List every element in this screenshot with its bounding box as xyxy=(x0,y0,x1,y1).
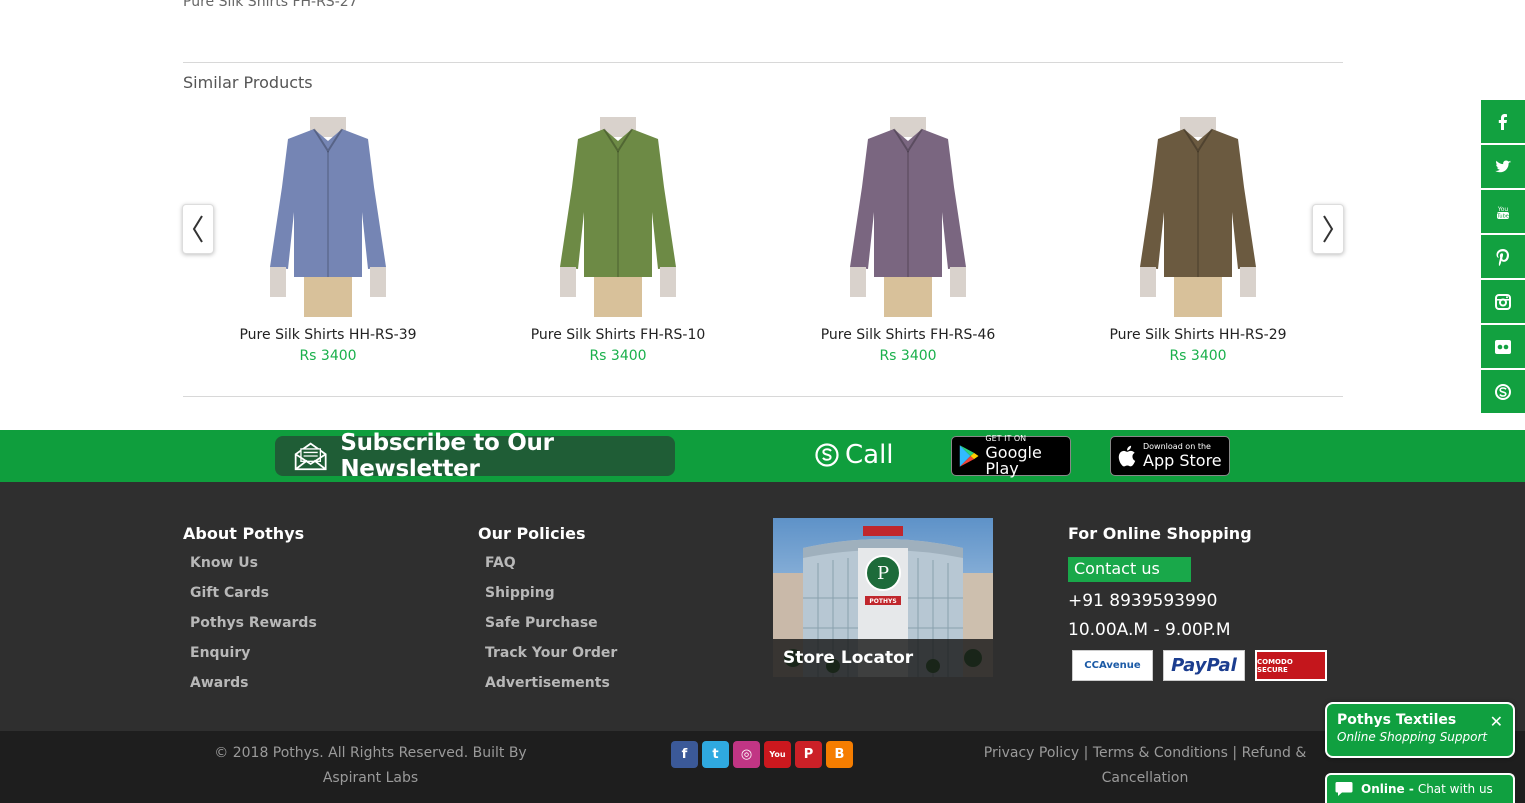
policies-title: Our Policies xyxy=(478,524,586,543)
divider xyxy=(183,62,1343,63)
ccavenue-logo: CCAvenue xyxy=(1072,650,1153,681)
product-image[interactable] xyxy=(548,117,688,317)
app-store-big: App Store xyxy=(1143,451,1222,470)
footer-link-gift-cards[interactable]: Gift Cards xyxy=(190,585,317,615)
flickr-icon[interactable] xyxy=(1481,325,1525,368)
footer-link-faq[interactable]: FAQ xyxy=(485,555,617,585)
chat-subtitle: Online Shopping Support xyxy=(1337,730,1488,744)
skype-icon[interactable] xyxy=(1481,370,1525,413)
similar-products-title: Similar Products xyxy=(183,73,313,92)
twitter-icon[interactable] xyxy=(1481,145,1525,188)
svg-text:You: You xyxy=(1497,206,1509,213)
divider xyxy=(183,396,1343,397)
footer-link-shipping[interactable]: Shipping xyxy=(485,585,617,615)
privacy-policy-link[interactable]: Privacy Policy xyxy=(984,745,1079,761)
store-hours: 10.00A.M - 9.00P.M xyxy=(1068,620,1231,640)
product-name[interactable]: Pure Silk Shirts HH-RS-29 xyxy=(1053,327,1343,343)
svg-text:Tube: Tube xyxy=(1496,213,1509,219)
product-card[interactable]: Pure Silk Shirts HH-RS-39 Rs 3400 xyxy=(183,117,473,364)
footer-link-know-us[interactable]: Know Us xyxy=(190,555,317,585)
product-name[interactable]: Pure Silk Shirts HH-RS-39 xyxy=(183,327,473,343)
footer-social-icons: f t ◎ You P B xyxy=(671,741,857,768)
product-price: Rs 3400 xyxy=(879,348,937,364)
chat-popup[interactable]: Pothys Textiles Online Shopping Support … xyxy=(1325,702,1515,758)
product-price: Rs 3400 xyxy=(299,348,357,364)
youtube-icon[interactable]: You xyxy=(764,741,791,768)
call-button[interactable]: Call xyxy=(814,440,894,470)
product-card[interactable]: Pure Silk Shirts HH-RS-29 Rs 3400 xyxy=(1053,117,1343,364)
mail-icon xyxy=(294,442,327,471)
comodo-secure-logo: COMODO SECURE xyxy=(1255,650,1327,681)
app-store-badge[interactable]: Download on the App Store xyxy=(1110,436,1230,476)
footer: About Pothys Know Us Gift Cards Pothys R… xyxy=(0,482,1525,731)
newsletter-label: Subscribe to Our Newsletter xyxy=(340,430,554,482)
about-title: About Pothys xyxy=(183,524,305,543)
app-store-small: Download on the xyxy=(1143,442,1211,451)
chat-title: Pothys Textiles xyxy=(1337,712,1457,728)
promo-band: Subscribe to Our Newsletter Call GET IT … xyxy=(0,430,1525,482)
footer-link-enquiry[interactable]: Enquiry xyxy=(190,645,317,675)
about-column: About Pothys Know Us Gift Cards Pothys R… xyxy=(183,524,317,705)
contact-us-button[interactable]: Contact us xyxy=(1068,557,1191,582)
skype-icon xyxy=(815,443,839,467)
newsletter-subscribe-button[interactable]: Subscribe to Our Newsletter xyxy=(275,430,675,482)
online-shopping-title: For Online Shopping xyxy=(1068,524,1252,543)
chat-status: Online - xyxy=(1361,782,1414,796)
google-play-small: GET IT ON xyxy=(985,434,1027,443)
footer-link-advertisements[interactable]: Advertisements xyxy=(485,675,617,705)
chat-bubble-icon xyxy=(1335,782,1353,796)
terms-link[interactable]: Terms & Conditions xyxy=(1093,745,1228,761)
product-price: Rs 3400 xyxy=(589,348,647,364)
footer-link-safe-purchase[interactable]: Safe Purchase xyxy=(485,615,617,645)
copyright-text: © 2018 Pothys. All Rights Reserved. Buil… xyxy=(214,745,527,786)
footer-link-awards[interactable]: Awards xyxy=(190,675,317,705)
product-name[interactable]: Pure Silk Shirts FH-RS-10 xyxy=(473,327,763,343)
product-image[interactable] xyxy=(838,117,978,317)
product-card[interactable]: Pure Silk Shirts FH-RS-10 Rs 3400 xyxy=(473,117,763,364)
online-shopping-column: For Online Shopping Contact us +91 89395… xyxy=(1068,524,1337,681)
youtube-icon[interactable]: You Tube xyxy=(1481,190,1525,233)
pinterest-icon[interactable]: P xyxy=(795,741,822,768)
paypal-logo: PayPal xyxy=(1163,650,1245,681)
bottom-bar: © 2018 Pothys. All Rights Reserved. Buil… xyxy=(0,731,1525,803)
product-title: Pure Silk Shirts FH-RS-27 xyxy=(183,0,358,10)
google-play-badge[interactable]: GET IT ON Google Play xyxy=(951,434,1071,478)
twitter-icon[interactable]: t xyxy=(702,741,729,768)
facebook-icon[interactable] xyxy=(1481,100,1525,143)
chat-launcher[interactable]: Online - Chat with us xyxy=(1325,773,1515,803)
google-play-big: Google Play xyxy=(985,443,1042,478)
store-locator-label: Store Locator xyxy=(773,639,993,677)
phone-number: +91 8939593990 xyxy=(1068,591,1218,611)
policy-links: Privacy Policy | Terms & Conditions | Re… xyxy=(983,745,1307,786)
policies-column: Our Policies FAQ Shipping Safe Purchase … xyxy=(478,524,617,705)
product-image[interactable] xyxy=(258,117,398,317)
product-name[interactable]: Pure Silk Shirts FH-RS-46 xyxy=(763,327,1053,343)
footer-link-pothys-rewards[interactable]: Pothys Rewards xyxy=(190,615,317,645)
call-label: Call xyxy=(845,440,894,470)
product-image[interactable] xyxy=(1128,117,1268,317)
blogger-icon[interactable]: B xyxy=(826,741,853,768)
apple-icon xyxy=(1118,445,1136,467)
store-locator-link[interactable]: P POTHYS Store Locator xyxy=(773,518,993,677)
svg-text:POTHYS: POTHYS xyxy=(869,598,896,605)
facebook-icon[interactable]: f xyxy=(671,741,698,768)
close-icon[interactable]: ✕ xyxy=(1490,712,1503,731)
chat-cta: Chat with us xyxy=(1417,782,1493,796)
social-sidebar: You Tube xyxy=(1481,100,1525,415)
google-play-icon xyxy=(959,445,979,467)
svg-text:P: P xyxy=(877,563,889,584)
pinterest-icon[interactable] xyxy=(1481,235,1525,278)
product-price: Rs 3400 xyxy=(1169,348,1227,364)
footer-link-track-order[interactable]: Track Your Order xyxy=(485,645,617,675)
instagram-icon[interactable] xyxy=(1481,280,1525,323)
instagram-icon[interactable]: ◎ xyxy=(733,741,760,768)
product-card[interactable]: Pure Silk Shirts FH-RS-46 Rs 3400 xyxy=(763,117,1053,364)
payment-logos: CCAvenue PayPal COMODO SECURE xyxy=(1072,650,1337,681)
